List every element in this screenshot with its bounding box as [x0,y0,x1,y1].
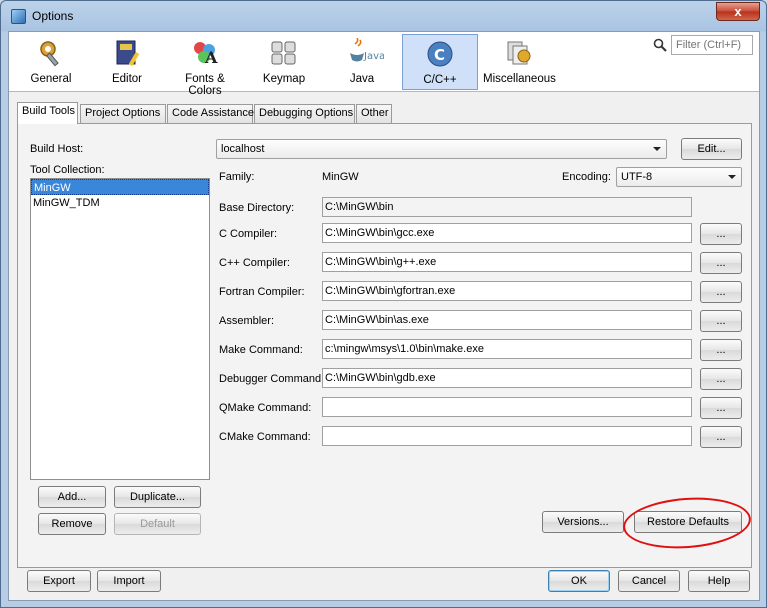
svg-text:A: A [204,48,218,67]
category-java[interactable]: Java Java [327,34,397,90]
add-button[interactable]: Add... [38,486,106,508]
editor-book-icon [116,40,140,67]
close-button[interactable]: x [716,2,760,21]
tool-collection-list[interactable]: MinGW MinGW_TDM [30,178,210,480]
options-window: Options x General Editor A Fonts & Color… [0,0,767,608]
svg-text:C: C [434,46,445,64]
app-icon [11,9,26,24]
keyboard-icon [271,41,296,65]
tab-debugging-options[interactable]: Debugging Options [254,104,355,123]
encoding-value: UTF-8 [621,171,653,183]
category-miscellaneous[interactable]: Miscellaneous [483,34,556,90]
family-label: Family: [219,171,255,183]
tab-other[interactable]: Other [356,104,392,123]
category-label: Keymap [262,73,306,85]
help-button[interactable]: Help [688,570,750,592]
build-host-value: localhost [221,143,265,155]
encoding-label: Encoding: [562,171,611,183]
fonts-colors-icon: A [194,42,218,67]
c-compiler-browse-button[interactable]: ... [700,223,742,245]
java-icon: Java [350,38,384,62]
list-item[interactable]: MinGW_TDM [31,195,209,211]
make-command-label: Make Command: [219,344,303,356]
category-label: Editor [111,73,143,85]
base-directory-field: C:\MinGW\bin [322,197,692,217]
cmake-command-field[interactable] [322,426,692,446]
cpp-compiler-field[interactable]: C:\MinGW\bin\g++.exe [322,252,692,272]
tab-code-assistance[interactable]: Code Assistance [167,104,254,123]
fortran-compiler-label: Fortran Compiler: [219,286,305,298]
category-toolbar: General Editor A Fonts & Colors Keymap J… [9,32,759,97]
search-icon [653,38,667,52]
category-cpp[interactable]: C C/C++ [402,34,478,90]
assembler-label: Assembler: [219,315,275,327]
category-label: Fonts & Colors [185,73,225,97]
debugger-command-browse-button[interactable]: ... [700,368,742,390]
cpp-compiler-label: C++ Compiler: [219,257,290,269]
tab-build-tools[interactable]: Build Tools [17,102,78,124]
build-host-label: Build Host: [30,143,84,155]
misc-icon [507,41,531,65]
base-directory-label: Base Directory: [219,202,295,214]
gear-wrench-icon [40,41,59,67]
c-compiler-label: C Compiler: [219,228,278,240]
ok-button[interactable]: OK [548,570,610,592]
export-button[interactable]: Export [27,570,91,592]
filter-input[interactable] [671,35,753,55]
cmake-command-browse-button[interactable]: ... [700,426,742,448]
qmake-command-field[interactable] [322,397,692,417]
build-host-combo[interactable]: localhost [216,139,667,159]
category-keymap[interactable]: Keymap [251,34,317,90]
tab-project-options[interactable]: Project Options [80,104,166,123]
default-button[interactable]: Default [114,513,201,535]
debugger-command-field[interactable]: C:\MinGW\bin\gdb.exe [322,368,692,388]
edit-host-button[interactable]: Edit... [681,138,742,160]
make-command-field[interactable]: c:\mingw\msys\1.0\bin\make.exe [322,339,692,359]
fortran-compiler-field[interactable]: C:\MinGW\bin\gfortran.exe [322,281,692,301]
family-value: MinGW [322,171,359,183]
qmake-command-label: QMake Command: [219,402,312,414]
category-general[interactable]: General [17,34,85,90]
category-label: Java [349,73,375,85]
qmake-command-browse-button[interactable]: ... [700,397,742,419]
versions-button[interactable]: Versions... [542,511,624,533]
assembler-browse-button[interactable]: ... [700,310,742,332]
build-tools-panel: Build Host: localhost Edit... Tool Colle… [17,123,752,568]
cpp-compiler-browse-button[interactable]: ... [700,252,742,274]
remove-button[interactable]: Remove [38,513,106,535]
cmake-command-label: CMake Command: [219,431,311,443]
fortran-compiler-browse-button[interactable]: ... [700,281,742,303]
c-compiler-field[interactable]: C:\MinGW\bin\gcc.exe [322,223,692,243]
category-label: C/C++ [423,74,457,86]
import-button[interactable]: Import [97,570,161,592]
cancel-button[interactable]: Cancel [618,570,680,592]
category-editor[interactable]: Editor [93,34,161,90]
duplicate-button[interactable]: Duplicate... [114,486,201,508]
chevron-down-icon [728,175,736,179]
svg-text:Java: Java [363,51,384,62]
title-bar[interactable]: Options x [1,1,766,31]
make-command-browse-button[interactable]: ... [700,339,742,361]
category-label: Miscellaneous [483,73,556,85]
chevron-down-icon [653,147,661,151]
list-item[interactable]: MinGW [31,179,209,195]
encoding-combo[interactable]: UTF-8 [616,167,742,187]
debugger-command-label: Debugger Command: [219,373,325,385]
cpp-icon: C [427,41,453,67]
tool-collection-label: Tool Collection: [30,164,105,176]
window-title: Options [32,9,74,23]
category-label: General [30,73,72,85]
category-fonts-colors[interactable]: A Fonts & Colors [167,34,243,97]
assembler-field[interactable]: C:\MinGW\bin\as.exe [322,310,692,330]
